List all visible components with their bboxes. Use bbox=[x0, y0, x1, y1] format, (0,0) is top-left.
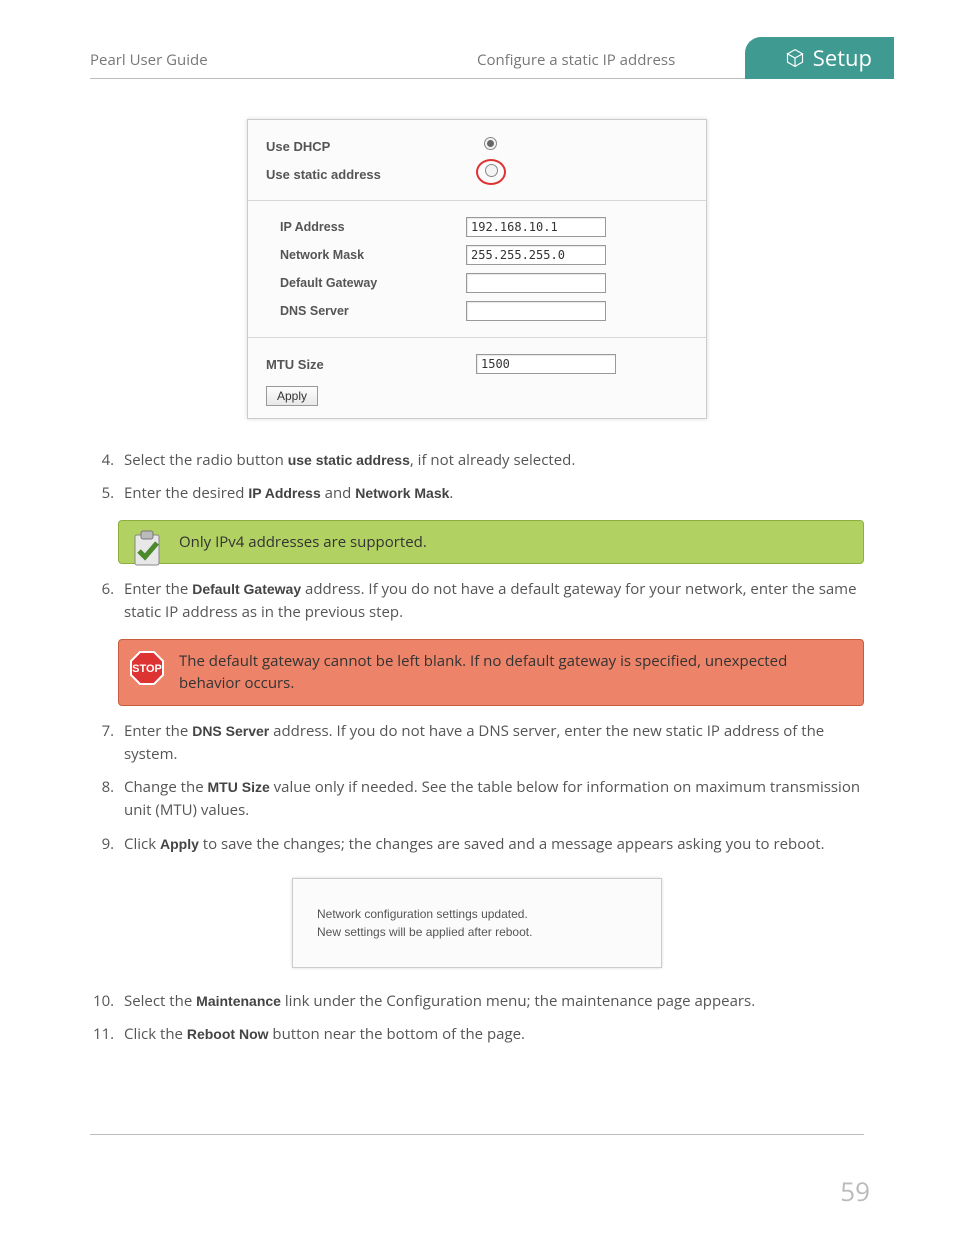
dns-server-input[interactable] bbox=[466, 301, 606, 321]
use-dhcp-radio[interactable] bbox=[484, 137, 497, 150]
stop-icon: STOP bbox=[127, 648, 167, 688]
ip-address-label: IP Address bbox=[266, 220, 466, 234]
mtu-size-label: MTU Size bbox=[266, 357, 476, 372]
default-gateway-input[interactable] bbox=[466, 273, 606, 293]
highlight-circle bbox=[476, 159, 506, 185]
ip-address-input[interactable] bbox=[466, 217, 606, 237]
tip-text: Only IPv4 addresses are supported. bbox=[179, 532, 427, 552]
step-4: Select the radio button use static addre… bbox=[118, 449, 864, 472]
steps-list-4: Select the Maintenance link under the Co… bbox=[118, 990, 864, 1047]
step-6: Enter the Default Gateway address. If yo… bbox=[118, 578, 864, 625]
mtu-size-input[interactable] bbox=[476, 354, 616, 374]
page-header: Pearl User Guide Configure a static IP a… bbox=[90, 50, 864, 79]
cube-icon bbox=[785, 48, 805, 68]
use-static-radio[interactable] bbox=[485, 164, 498, 177]
footer-divider bbox=[90, 1134, 864, 1135]
step-11: Click the Reboot Now button near the bot… bbox=[118, 1023, 864, 1046]
setup-tab-label: Setup bbox=[813, 43, 872, 73]
tip-callout: Only IPv4 addresses are supported. bbox=[118, 520, 864, 565]
steps-list: Select the radio button use static addre… bbox=[118, 449, 864, 506]
step-8: Change the MTU Size value only if needed… bbox=[118, 776, 864, 823]
page-number: 59 bbox=[840, 1173, 870, 1209]
reboot-message-box: Network configuration settings updated. … bbox=[292, 878, 662, 968]
default-gateway-label: Default Gateway bbox=[266, 276, 466, 290]
msg-line-2: New settings will be applied after reboo… bbox=[317, 923, 637, 941]
svg-text:STOP: STOP bbox=[132, 663, 162, 675]
steps-list-3: Enter the DNS Server address. If you do … bbox=[118, 720, 864, 856]
msg-line-1: Network configuration settings updated. bbox=[317, 905, 637, 923]
network-mask-input[interactable] bbox=[466, 245, 606, 265]
use-dhcp-label: Use DHCP bbox=[266, 139, 476, 154]
steps-list-2: Enter the Default Gateway address. If yo… bbox=[118, 578, 864, 625]
warning-text: The default gateway cannot be left blank… bbox=[179, 651, 787, 694]
setup-tab: Setup bbox=[745, 37, 894, 79]
network-mask-label: Network Mask bbox=[266, 248, 466, 262]
header-left: Pearl User Guide bbox=[90, 50, 477, 70]
network-config-panel: Use DHCP Use static address IP Address bbox=[247, 119, 707, 419]
warning-callout: STOP The default gateway cannot be left … bbox=[118, 639, 864, 706]
step-9: Click Apply to save the changes; the cha… bbox=[118, 833, 864, 856]
step-7: Enter the DNS Server address. If you do … bbox=[118, 720, 864, 767]
use-static-label: Use static address bbox=[266, 167, 476, 182]
step-5: Enter the desired IP Address and Network… bbox=[118, 482, 864, 505]
dns-server-label: DNS Server bbox=[266, 304, 466, 318]
apply-button[interactable]: Apply bbox=[266, 386, 318, 406]
clipboard-check-icon bbox=[127, 529, 167, 569]
step-10: Select the Maintenance link under the Co… bbox=[118, 990, 864, 1013]
